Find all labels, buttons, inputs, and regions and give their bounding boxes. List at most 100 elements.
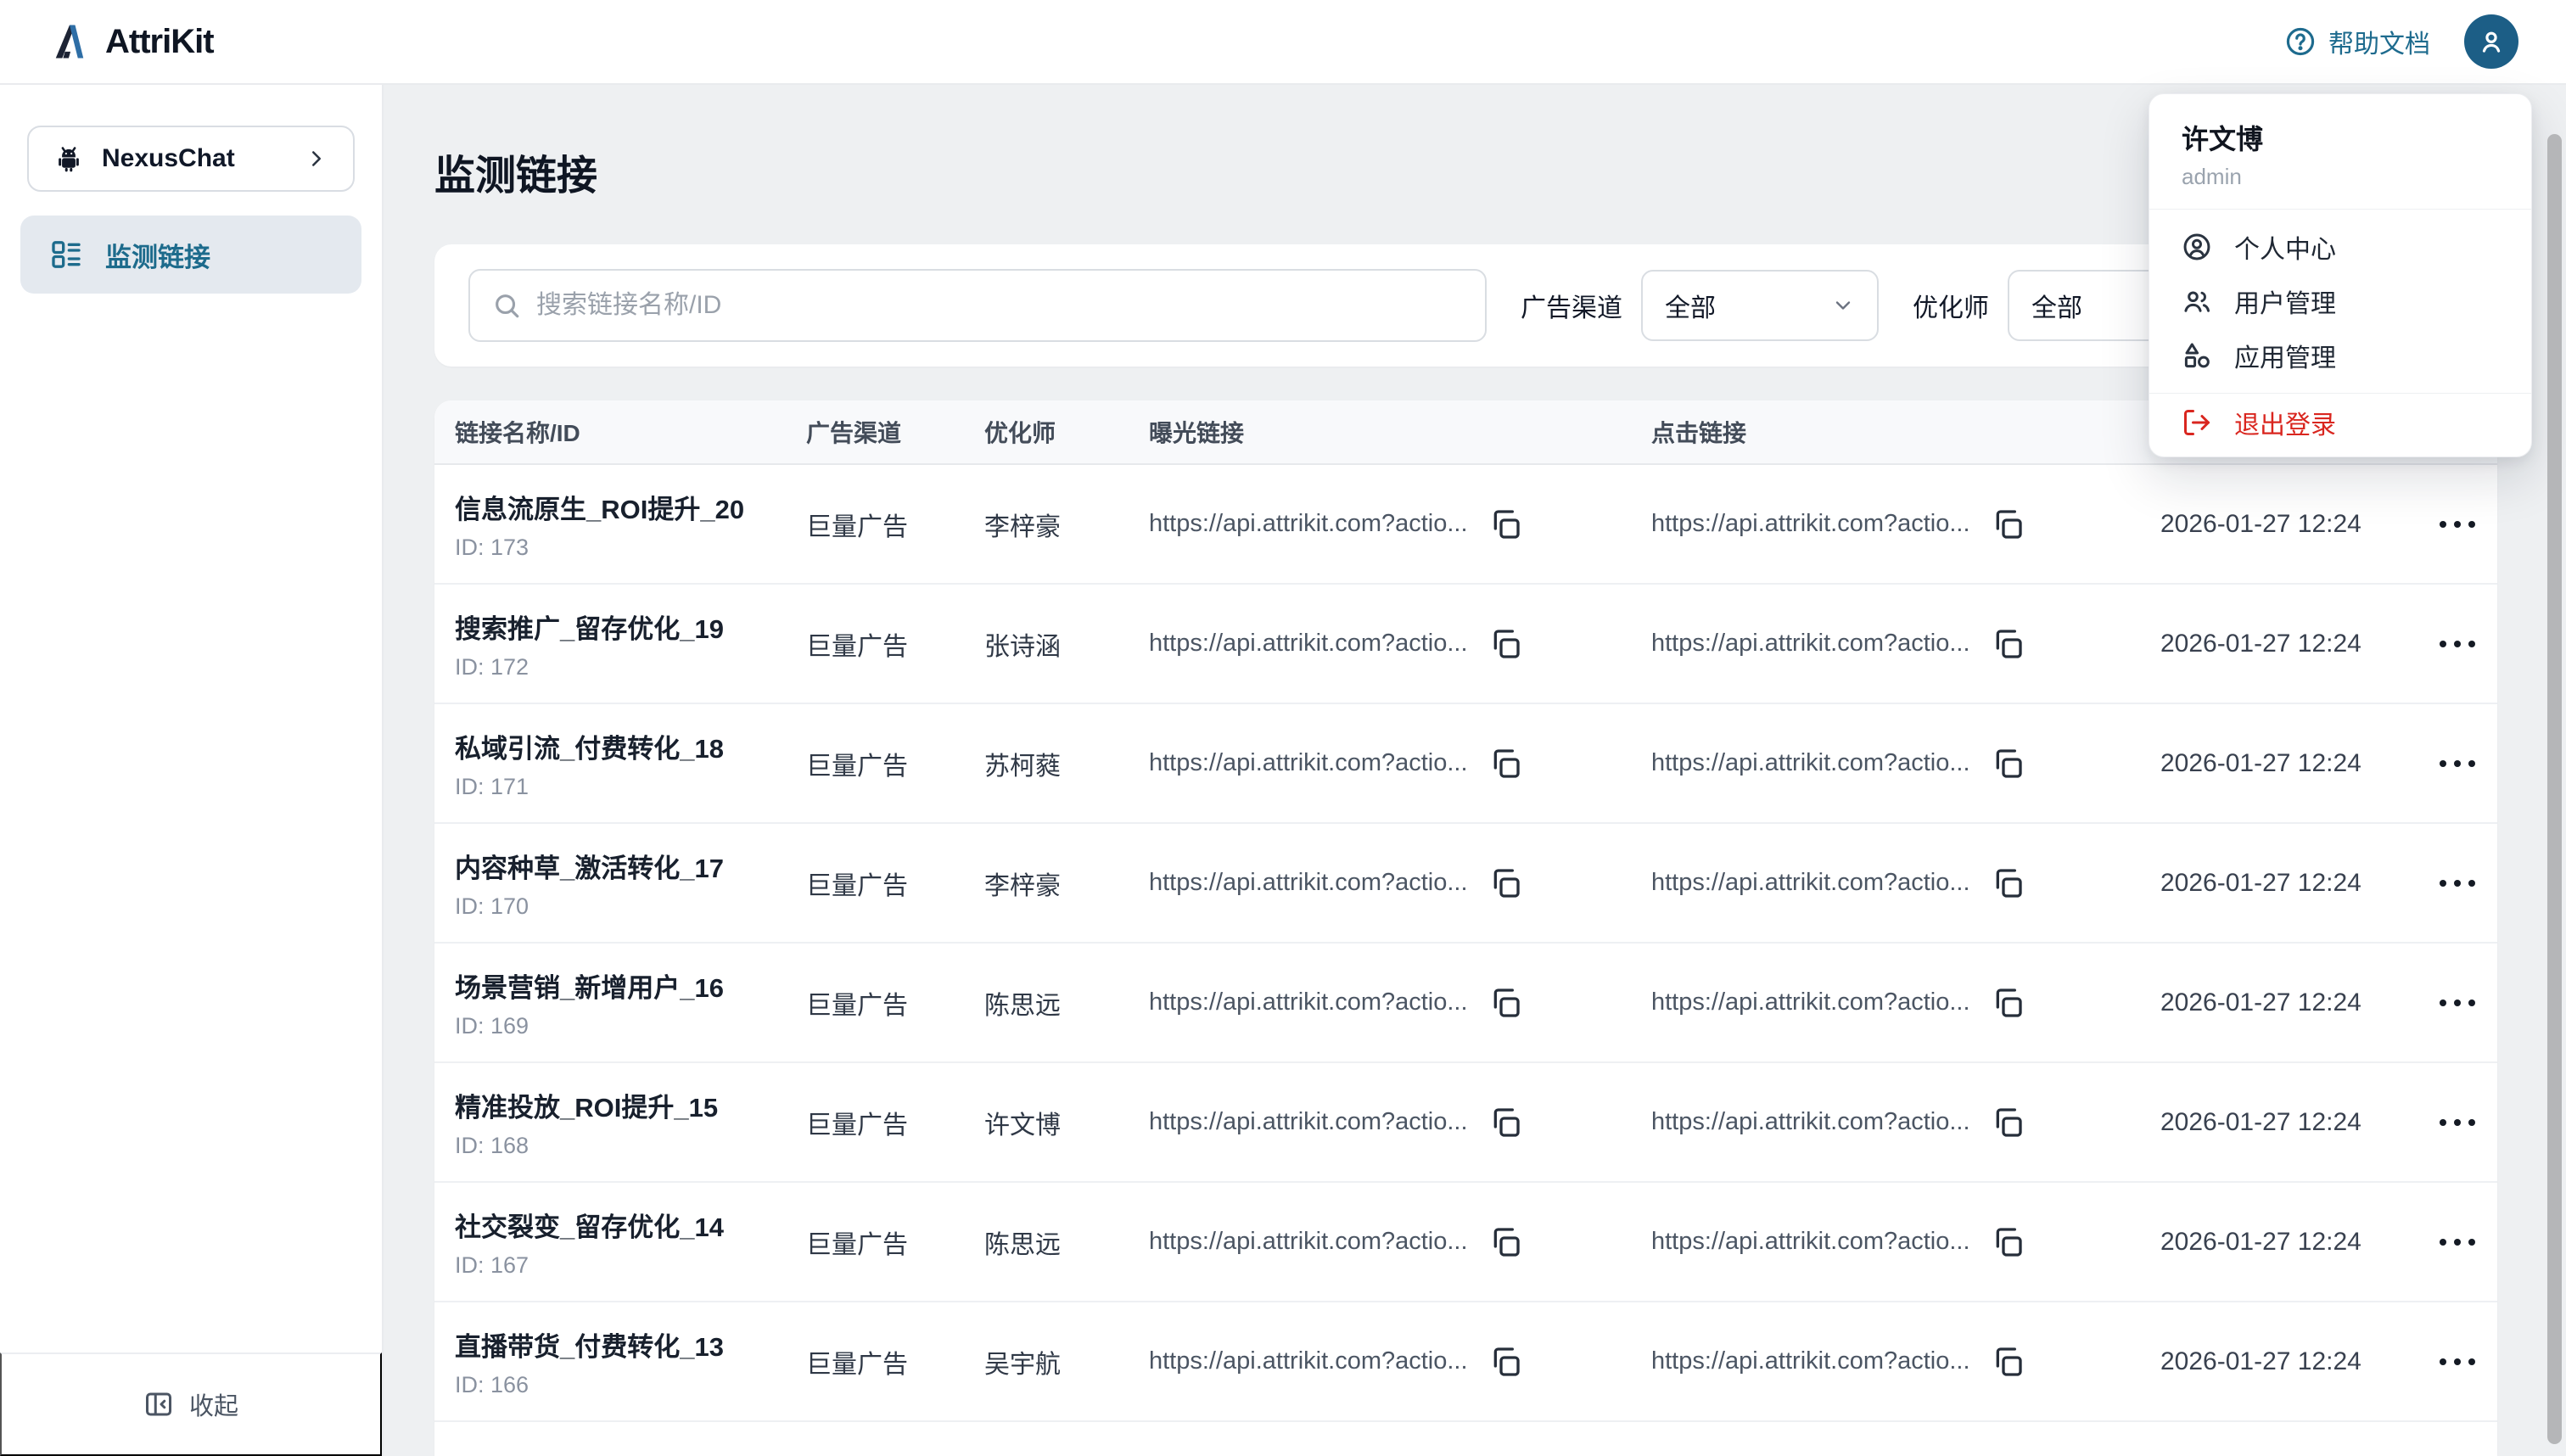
copy-click-url-button[interactable]: [1991, 866, 2025, 900]
exposure-url-text: https://api.attrikit.com?actio...: [1149, 869, 1468, 897]
copy-exposure-url-button[interactable]: [1488, 1106, 1522, 1140]
channel-cell: 巨量广告: [806, 865, 984, 902]
copy-click-url-button[interactable]: [1991, 1106, 2025, 1140]
copy-exposure-url-button[interactable]: [1488, 1225, 1522, 1259]
channel-cell: 巨量广告: [806, 625, 984, 663]
app-switcher-button[interactable]: NexusChat: [27, 126, 355, 192]
user-avatar[interactable]: [2464, 14, 2518, 69]
users-icon: [2182, 286, 2212, 316]
col-optimizer: 优化师: [984, 415, 1149, 449]
copy-click-url-button[interactable]: [1991, 986, 2025, 1020]
col-exposure-url: 曝光链接: [1149, 415, 1651, 449]
help-docs-link[interactable]: 帮助文档: [2284, 23, 2430, 60]
channel-cell: 巨量广告: [806, 1343, 984, 1380]
channel-cell: 巨量广告: [806, 984, 984, 1022]
collapse-sidebar-button[interactable]: 收起: [0, 1352, 382, 1456]
table-row: 社交裂变_留存优化_14 ID: 167 巨量广告 陈思远 https://ap…: [434, 1183, 2497, 1302]
link-name: 信息流原生_ROI提升_20: [455, 488, 806, 526]
row-actions-button[interactable]: [2434, 632, 2480, 656]
link-id: ID: 173: [455, 535, 806, 561]
channel-select-value: 全部: [1665, 287, 1716, 324]
copy-click-url-button[interactable]: [1991, 507, 2025, 541]
channel-filter-label: 广告渠道: [1521, 287, 1622, 324]
chevron-down-icon: [1831, 294, 1855, 317]
table-row: 直播带货_付费转化_13 ID: 166 巨量广告 吴宇航 https://ap…: [434, 1302, 2497, 1422]
copy-exposure-url-button[interactable]: [1488, 866, 1522, 900]
user-dropdown-menu: 许文博 admin 个人中心 用户管理: [2149, 93, 2532, 457]
menu-item-app-management[interactable]: 应用管理: [2149, 328, 2531, 383]
copy-click-url-button[interactable]: [1991, 1345, 2025, 1379]
copy-click-url-button[interactable]: [1991, 1225, 2025, 1259]
menu-item-user-management[interactable]: 用户管理: [2149, 274, 2531, 328]
optimizer-select-value: 全部: [2031, 287, 2082, 324]
help-icon: [2284, 25, 2317, 58]
copy-exposure-url-button[interactable]: [1488, 627, 1522, 661]
sidebar: NexusChat 监测链接 收起: [0, 85, 384, 1456]
exposure-url-text: https://api.attrikit.com?actio...: [1149, 1108, 1468, 1136]
android-robot-icon: [53, 143, 85, 175]
row-actions-button[interactable]: [2434, 1350, 2480, 1374]
copy-exposure-url-button[interactable]: [1488, 507, 1522, 541]
menu-item-profile[interactable]: 个人中心: [2149, 220, 2531, 274]
exposure-url-text: https://api.attrikit.com?actio...: [1149, 510, 1468, 538]
table-row: 明星代言_新增用户_11 巨量广告 刘俊熙 https://api.attrik…: [434, 1422, 2497, 1456]
table-row: 精准投放_ROI提升_15 ID: 168 巨量广告 许文博 https://a…: [434, 1063, 2497, 1183]
search-input[interactable]: [536, 291, 1463, 320]
chevron-right-icon: [304, 146, 329, 171]
channel-select[interactable]: 全部: [1641, 270, 1879, 341]
click-url-text: https://api.attrikit.com?actio...: [1651, 988, 1970, 1016]
logout-label: 退出登录: [2234, 404, 2336, 441]
vertical-scrollbar-thumb[interactable]: [2547, 134, 2562, 1444]
link-id: ID: 168: [455, 1133, 806, 1159]
link-id: ID: 170: [455, 893, 806, 920]
link-name: 搜索推广_留存优化_19: [455, 608, 806, 646]
row-actions-button[interactable]: [2434, 871, 2480, 895]
menu-item-logout[interactable]: 退出登录: [2149, 394, 2531, 451]
created-cell: 2026-01-27 12:24: [2160, 988, 2417, 1017]
user-name: 许文博: [2182, 118, 2499, 157]
link-name: 内容种草_激活转化_17: [455, 847, 806, 885]
created-cell: 2026-01-27 12:24: [2160, 1347, 2417, 1376]
optimizer-cell: 许文博: [984, 1104, 1149, 1141]
row-actions-button[interactable]: [2434, 1111, 2480, 1134]
menu-item-label: 应用管理: [2234, 337, 2336, 374]
created-cell: 2026-01-27 12:24: [2160, 749, 2417, 778]
click-url-text: https://api.attrikit.com?actio...: [1651, 630, 1970, 658]
row-actions-button[interactable]: [2434, 1230, 2480, 1254]
optimizer-cell: 吴宇航: [984, 1343, 1149, 1380]
search-box: [468, 269, 1487, 342]
optimizer-cell: 苏柯蕤: [984, 745, 1149, 782]
click-url-text: https://api.attrikit.com?actio...: [1651, 1347, 1970, 1375]
link-id: ID: 172: [455, 654, 806, 680]
row-actions-button[interactable]: [2434, 512, 2480, 536]
created-cell: 2026-01-27 12:24: [2160, 869, 2417, 898]
optimizer-cell: 李梓豪: [984, 506, 1149, 543]
collapse-label: 收起: [189, 1386, 238, 1422]
app-switcher-label: NexusChat: [102, 144, 235, 173]
click-url-text: https://api.attrikit.com?actio...: [1651, 749, 1970, 777]
link-name: 直播带货_付费转化_13: [455, 1325, 806, 1364]
channel-cell: 巨量广告: [806, 1104, 984, 1141]
copy-click-url-button[interactable]: [1991, 627, 2025, 661]
channel-cell: 巨量广告: [806, 506, 984, 543]
link-name: 私域引流_付费转化_18: [455, 727, 806, 765]
table-row: 搜索推广_留存优化_19 ID: 172 巨量广告 张诗涵 https://ap…: [434, 585, 2497, 704]
link-name: 场景营销_新增用户_16: [455, 966, 806, 1005]
copy-click-url-button[interactable]: [1991, 747, 2025, 781]
created-cell: 2026-01-27 12:24: [2160, 510, 2417, 539]
row-actions-button[interactable]: [2434, 991, 2480, 1015]
panel-collapse-icon: [143, 1389, 174, 1420]
copy-exposure-url-button[interactable]: [1488, 1345, 1522, 1379]
sidebar-item-monitor-links[interactable]: 监测链接: [20, 216, 361, 294]
created-cell: 2026-01-27 12:24: [2160, 630, 2417, 658]
copy-exposure-url-button[interactable]: [1488, 747, 1522, 781]
channel-cell: 巨量广告: [806, 745, 984, 782]
table-body: 信息流原生_ROI提升_20 ID: 173 巨量广告 李梓豪 https://…: [434, 465, 2497, 1456]
exposure-url-text: https://api.attrikit.com?actio...: [1149, 1347, 1468, 1375]
row-actions-button[interactable]: [2434, 752, 2480, 776]
link-name: 精准投放_ROI提升_15: [455, 1086, 806, 1124]
circle-user-icon: [2182, 232, 2212, 262]
layout-list-icon: [49, 238, 83, 272]
optimizer-cell: 张诗涵: [984, 625, 1149, 663]
copy-exposure-url-button[interactable]: [1488, 986, 1522, 1020]
